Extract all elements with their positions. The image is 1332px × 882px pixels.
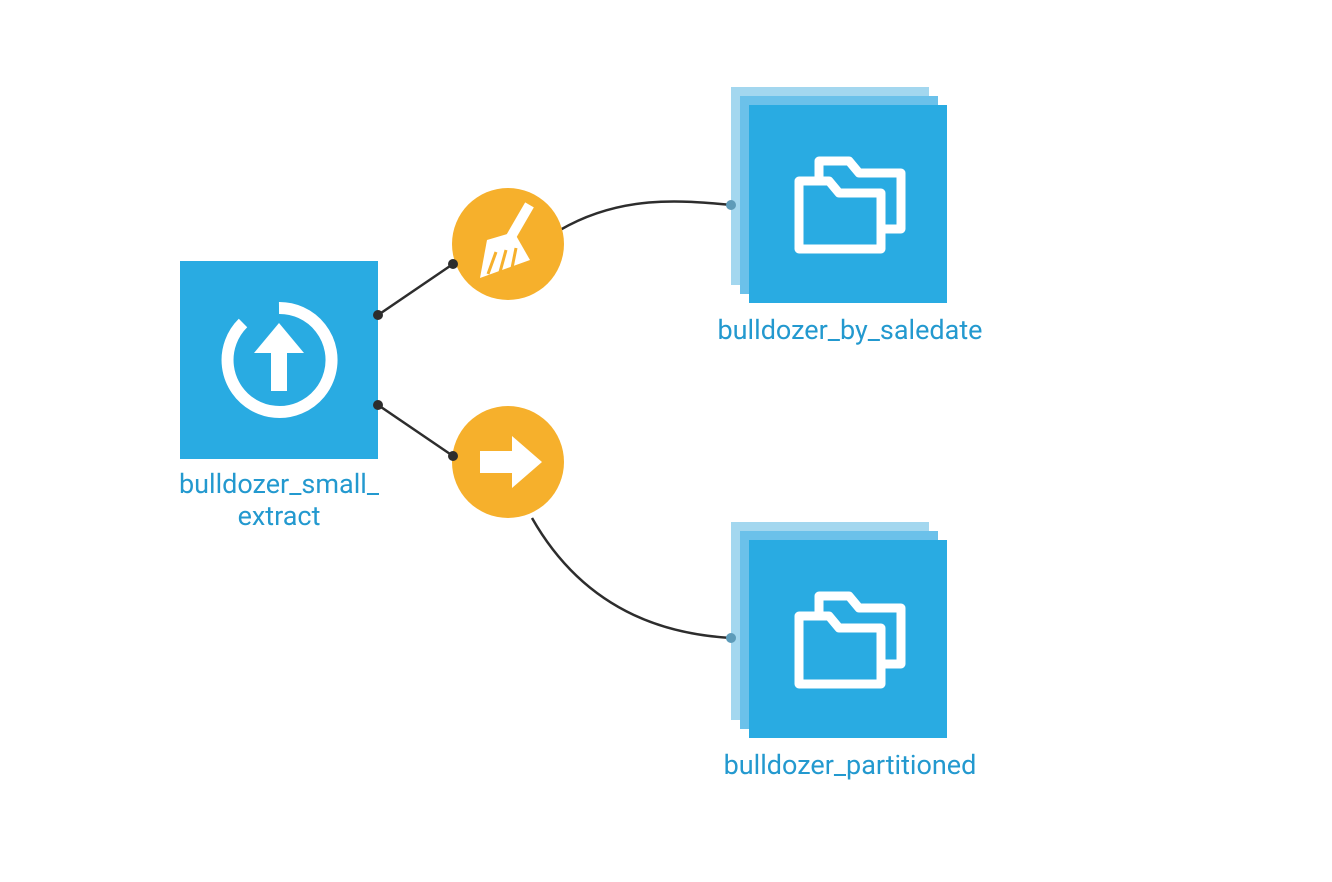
output-node-saledate[interactable] [731,87,947,303]
edge-dot [448,259,458,269]
transform-operation-node[interactable] [452,406,564,518]
edge-endpoint-dot [726,200,736,210]
edge-endpoint-dot [726,633,736,643]
upload-icon [180,261,378,459]
output-node-partitioned[interactable] [731,522,947,738]
edge-dot [373,310,383,320]
folders-icon [749,540,947,738]
edge-dot [373,400,383,410]
source-node-label: bulldozer_small_ extract [155,468,403,533]
output-partitioned-label: bulldozer_partitioned [700,749,1000,781]
edge-dot [448,451,458,461]
folders-icon [749,105,947,303]
broom-icon [452,188,564,300]
arrow-right-icon [452,406,564,518]
clean-operation-node[interactable] [452,188,564,300]
source-node[interactable] [180,261,378,459]
diagram-canvas: bulldozer_small_ extract [0,0,1332,882]
output-saledate-label: bulldozer_by_saledate [700,314,1000,346]
